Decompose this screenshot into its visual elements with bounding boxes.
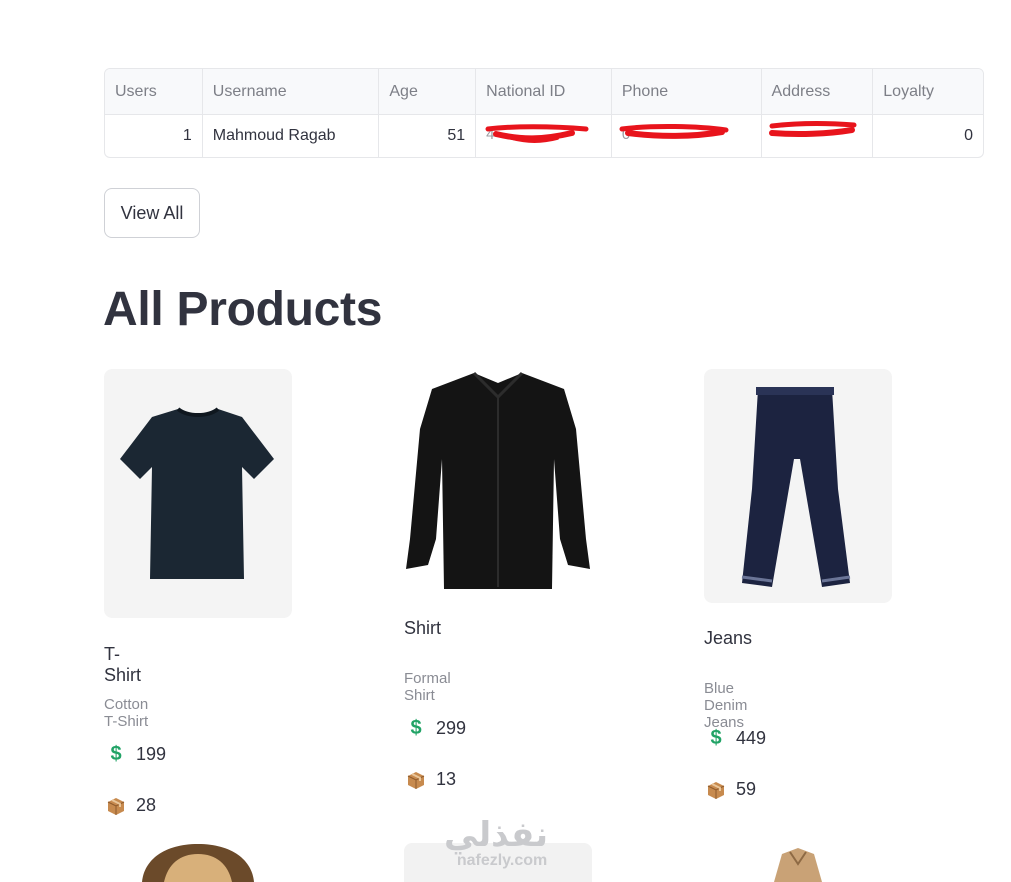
tshirt-image[interactable] [104,369,292,618]
stock-value: 28 [136,795,157,815]
price-value: 199 [136,744,167,764]
product-description: Formal Shirt [404,670,451,704]
cell-loyalty[interactable]: 0 [873,114,983,157]
cell-phone[interactable]: 0 [612,114,762,157]
address-redaction [768,114,863,157]
watermark-arabic: نفذلي [444,816,549,854]
shirt-image[interactable] [404,369,592,594]
col-header-username[interactable]: Username [203,69,380,114]
package-icon [407,771,425,789]
product-description: Cotton T-Shirt [104,696,149,730]
product-stock: 59 [706,779,756,800]
watermark-latin: nafezly.com [456,852,548,869]
col-header-address[interactable]: Address [762,69,874,114]
coat-image[interactable] [704,846,892,882]
product-name[interactable]: Shirt [404,618,441,639]
users-table: Users Username Age National ID Phone Add… [104,68,984,158]
cell-users[interactable]: 1 [105,114,203,157]
view-all-button[interactable]: View All [104,188,200,238]
national-id-redaction: 4 [485,114,601,157]
table-row: 1 Mahmoud Ragab 51 4 0 0 [105,114,983,157]
jeans-image[interactable] [704,369,892,603]
product-description: Blue Denim Jeans [704,680,748,731]
col-header-age[interactable]: Age [379,69,477,114]
product-price: $ 199 [106,743,166,766]
col-header-loyalty[interactable]: Loyalty [873,69,983,114]
price-value: 299 [436,718,467,738]
jacket-image[interactable] [104,840,292,882]
table-header-row: Users Username Age National ID Phone Add… [105,69,983,115]
col-header-users[interactable]: Users [105,69,203,114]
watermark: نفذلي nafezly.com [444,818,548,870]
product-name[interactable]: Jeans [704,628,752,649]
col-header-national-id[interactable]: National ID [476,69,612,114]
redaction-scribble [619,123,729,139]
package-icon [107,797,125,815]
price-value: 449 [736,728,767,748]
phone-redaction: 0 [619,114,751,157]
product-price: $ 299 [406,717,466,740]
stock-value: 59 [736,779,757,799]
redaction-scribble [485,124,589,143]
col-header-phone[interactable]: Phone [612,69,762,114]
stock-value: 13 [436,769,457,789]
redaction-scribble [768,121,857,137]
dollar-icon: $ [710,727,722,749]
cell-username[interactable]: Mahmoud Ragab [203,114,380,157]
page-title: All Products [103,283,383,336]
package-icon [707,781,725,799]
cell-age[interactable]: 51 [379,114,477,157]
dollar-icon: $ [410,717,422,739]
product-stock: 13 [406,769,456,790]
cell-address[interactable] [762,114,874,157]
product-stock: 28 [106,795,156,816]
cell-national-id[interactable]: 4 [476,114,612,157]
product-price: $ 449 [706,727,766,750]
product-name[interactable]: T-Shirt [104,644,141,686]
dollar-icon: $ [110,743,122,765]
